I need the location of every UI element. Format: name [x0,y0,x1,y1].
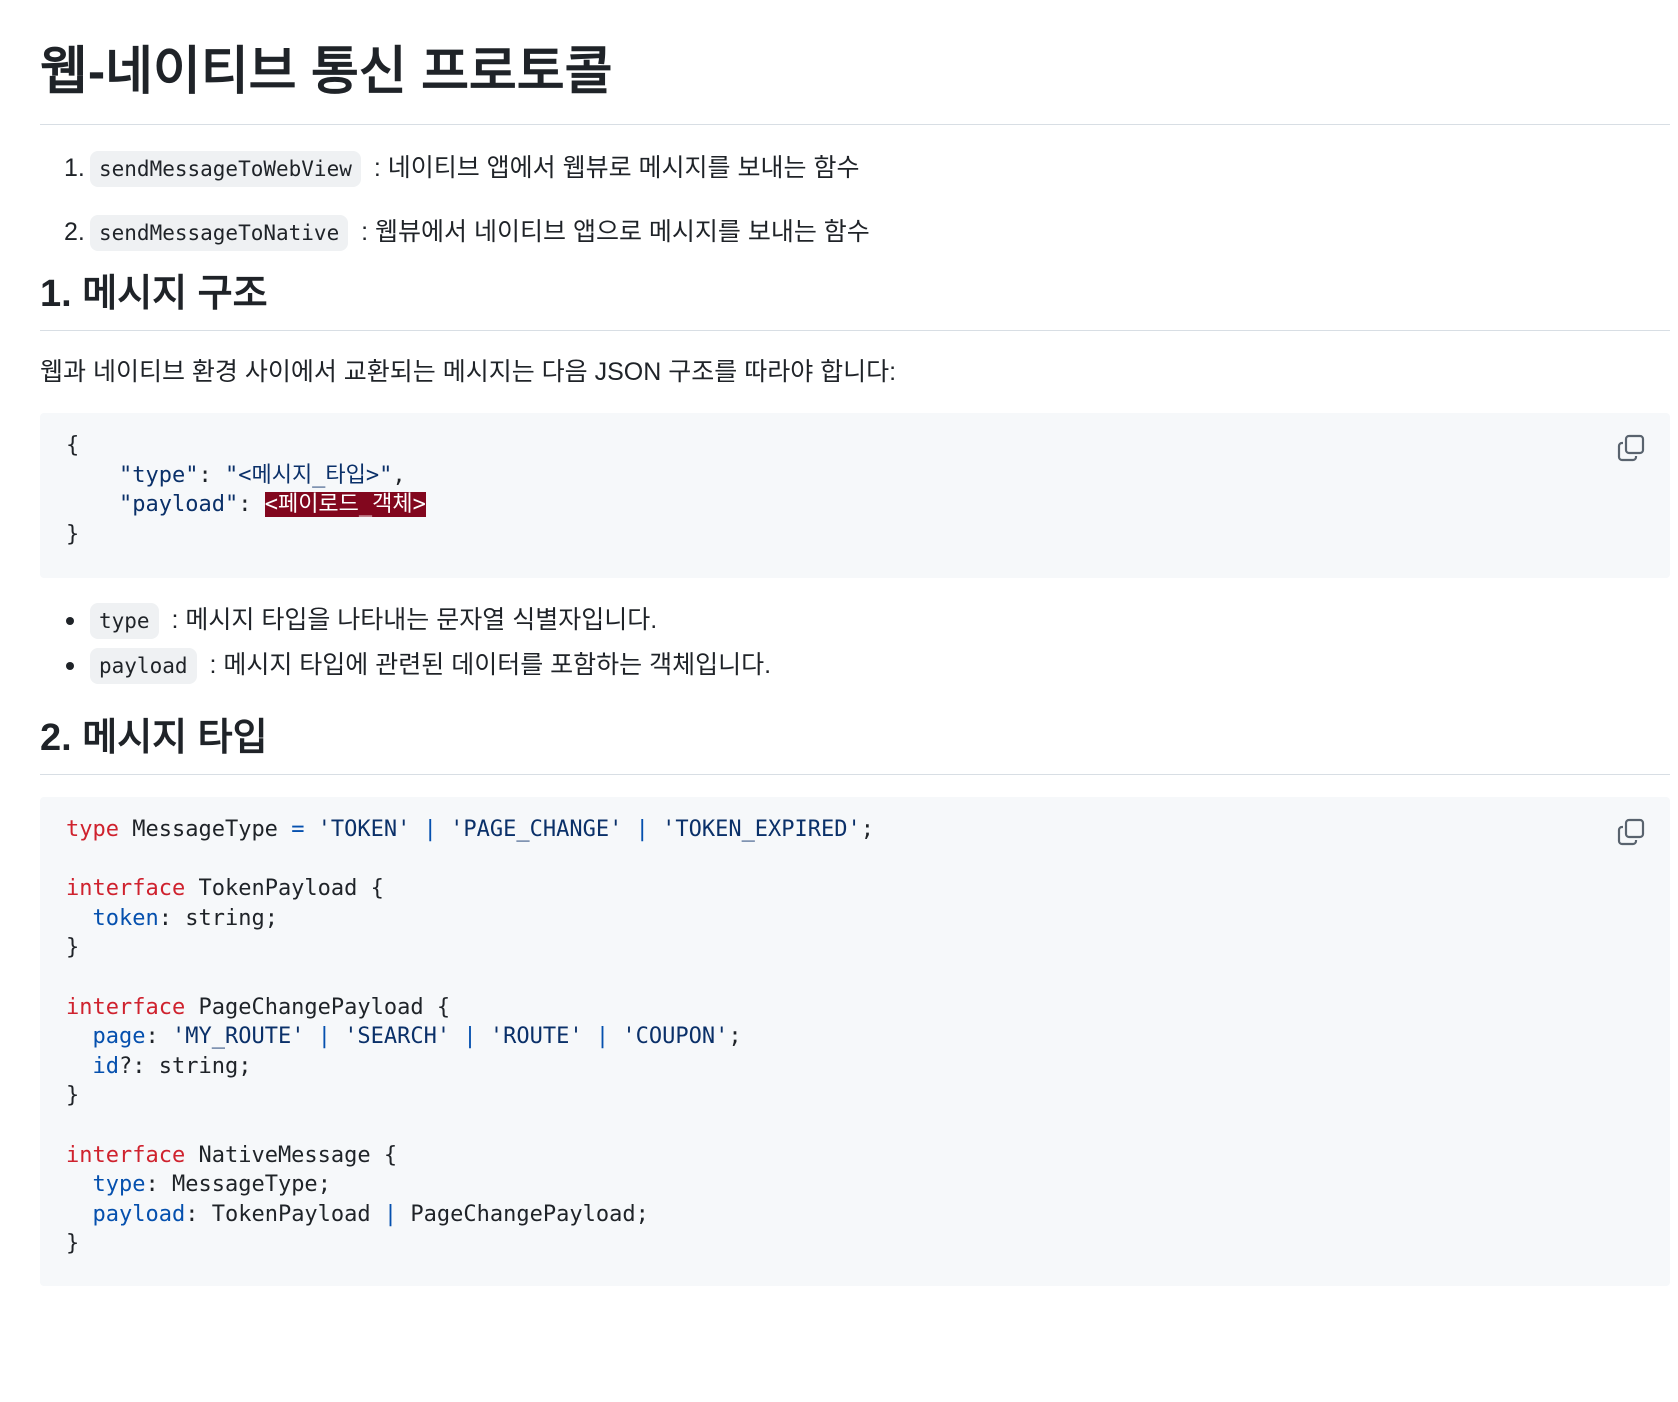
inline-code: payload [90,648,197,684]
json-key: "type" [118,462,199,488]
list-item: type : 메시지 타입을 나타내는 문자열 식별자입니다. [40,601,771,639]
function-list: 1. sendMessageToWebView : 네이티브 앱에서 웹뷰로 메시… [40,148,870,276]
section-paragraph: 웹과 네이티브 환경 사이에서 교환되는 메시지는 다음 JSON 구조를 따라… [40,358,897,386]
json-value: "<메시지_타입>" [224,462,393,488]
list-item-text: : 웹뷰에서 네이티브 앱으로 메시지를 보내는 함수 [354,218,870,246]
field-description-list: type : 메시지 타입을 나타내는 문자열 식별자입니다. payload … [40,601,771,691]
list-number: 2. [64,218,85,246]
code-block-json: { "type": "<메시지_타입>", "payload": <페이로드_객… [40,413,1670,578]
json-key: "payload" [118,492,239,518]
copy-icon[interactable] [1614,815,1648,849]
list-item-text: : 메시지 타입을 나타내는 문자열 식별자입니다. [164,606,658,634]
list-item: payload : 메시지 타입에 관련된 데이터를 포함하는 객체입니다. [40,646,771,684]
code-content: type MessageType = 'TOKEN' | 'PAGE_CHANG… [66,817,875,1257]
page-title: 웹-네이티브 통신 프로토콜 [40,40,1670,125]
inline-code: sendMessageToNative [90,215,349,251]
list-item: 1. sendMessageToWebView : 네이티브 앱에서 웹뷰로 메시… [40,148,870,188]
bullet-icon [66,617,74,625]
section-heading-message-type: 2. 메시지 타입 [40,714,1670,775]
section-heading-message-structure: 1. 메시지 구조 [40,270,1670,331]
inline-code: type [90,603,159,639]
list-item: 2. sendMessageToNative : 웹뷰에서 네이티브 앱으로 메시… [40,212,870,252]
code-block-typescript: type MessageType = 'TOKEN' | 'PAGE_CHANG… [40,797,1670,1286]
list-item-text: : 메시지 타입에 관련된 데이터를 포함하는 객체입니다. [202,651,772,679]
bullet-icon [66,662,74,670]
copy-icon[interactable] [1614,431,1648,465]
syntax-error-highlight: <페이로드_객체> [264,492,426,518]
inline-code: sendMessageToWebView [90,151,361,187]
code-content: { "type": "<메시지_타입>", "payload": <페이로드_객… [66,433,426,547]
markdown-page: 웹-네이티브 통신 프로토콜 1. sendMessageToWebView : … [0,0,1678,1402]
list-item-text: : 네이티브 앱에서 웹뷰로 메시지를 보내는 함수 [366,154,860,182]
list-number: 1. [64,154,85,182]
